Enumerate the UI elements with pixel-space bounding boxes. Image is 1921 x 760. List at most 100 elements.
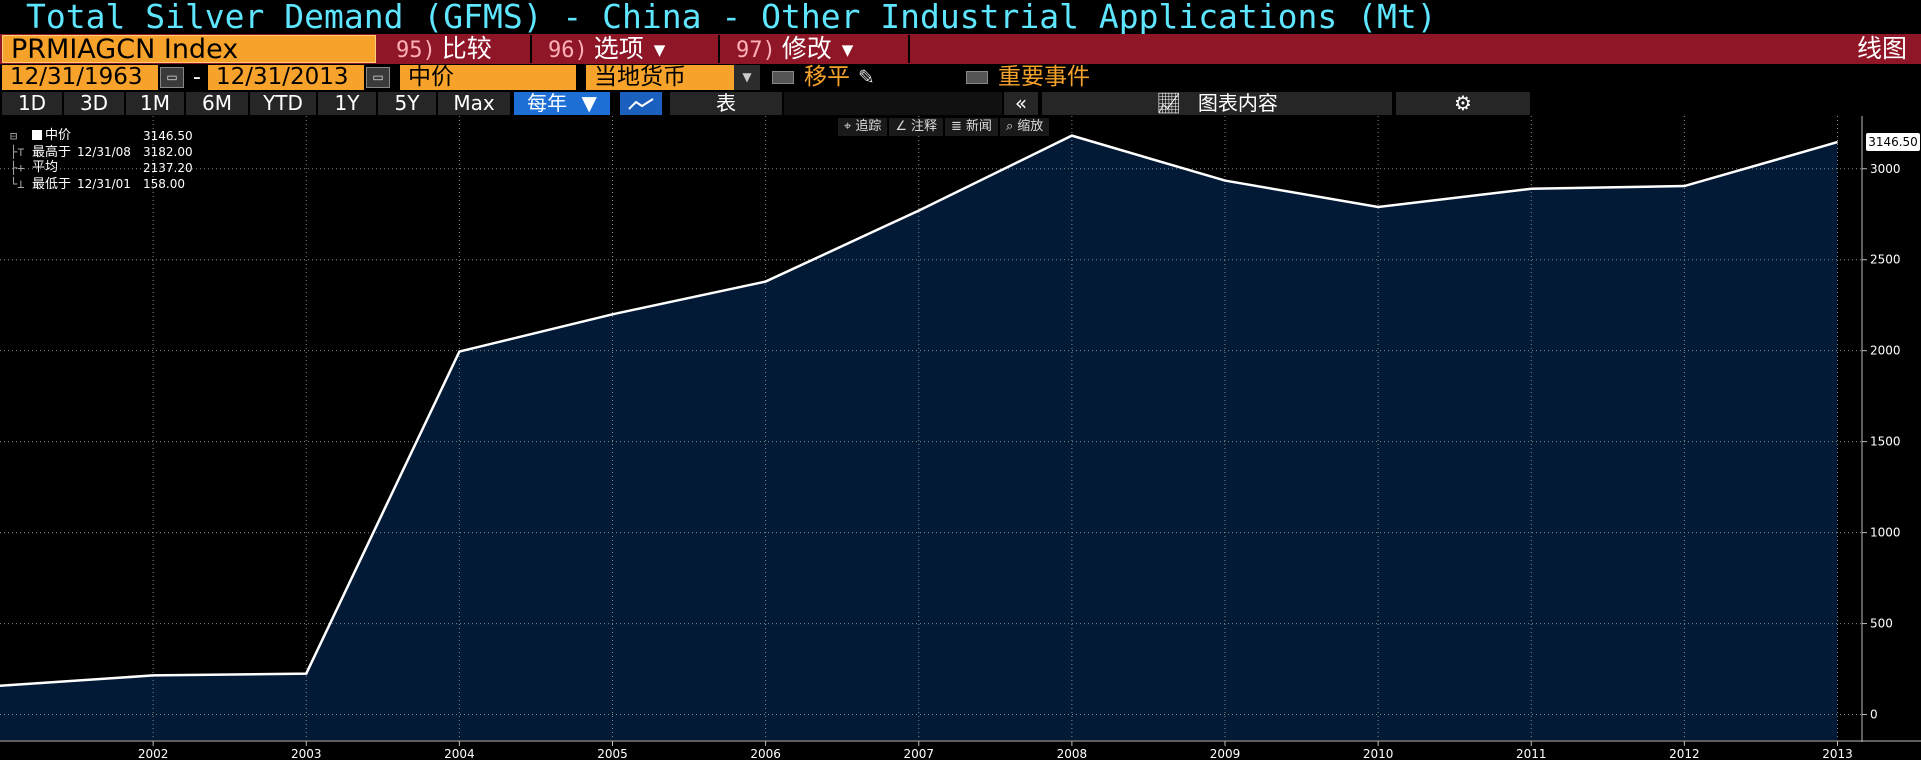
legend-tree-icon: ⊟ bbox=[10, 129, 18, 143]
tool-label: 追踪 bbox=[855, 119, 882, 134]
legend-row: ⊟ 中价 3146.50 bbox=[10, 128, 200, 144]
period-button-max[interactable]: Max bbox=[438, 92, 510, 115]
y-tick-label: 2000 bbox=[1870, 344, 1901, 358]
period-button-6m[interactable]: 6M bbox=[186, 92, 248, 115]
chevron-down-icon: ▼ bbox=[841, 41, 854, 59]
period-button-1d[interactable]: 1D bbox=[2, 92, 62, 115]
x-tick-label: 2006 bbox=[750, 747, 781, 760]
x-tick-label: 2002 bbox=[138, 747, 169, 760]
chart-content-button[interactable]: 📈︎ 图表内容 bbox=[1042, 92, 1392, 115]
zoom-icon: ⌕ bbox=[1005, 119, 1014, 134]
events-label: 重要事件 bbox=[998, 64, 1090, 90]
tool-label: 缩放 bbox=[1017, 119, 1044, 134]
currency-dropdown-icon[interactable]: ▼ bbox=[734, 65, 760, 90]
chart-type-label[interactable]: 线图 bbox=[1857, 35, 1907, 63]
chevron-down-icon: ▼ bbox=[653, 41, 666, 59]
start-calendar-icon[interactable]: ▭ bbox=[160, 67, 184, 88]
legend-name-cell: 最低于 12/31/01 bbox=[32, 176, 140, 192]
field-selector[interactable]: 中价 bbox=[400, 65, 576, 90]
chart-content-icon: 📈︎ bbox=[1156, 91, 1182, 115]
date-range-bar: 12/31/1963 ▭ - 12/31/2013 ▭ 中价 当地货币 ▼ 移平… bbox=[0, 64, 1921, 91]
period-button-3d[interactable]: 3D bbox=[64, 92, 124, 115]
y-tick-label: 1500 bbox=[1870, 435, 1901, 449]
y-tick-label: 500 bbox=[1870, 617, 1893, 631]
legend-name: 最高于 bbox=[32, 145, 72, 160]
legend-row: ├+ 平均 2137.20 bbox=[10, 160, 200, 176]
y-tick-label: 2500 bbox=[1870, 253, 1901, 267]
period-button-1m[interactable]: 1M bbox=[126, 92, 184, 115]
tool-annotate[interactable]: ∠ 注释 bbox=[889, 118, 944, 136]
start-date-field[interactable]: 12/31/1963 bbox=[2, 65, 158, 90]
x-tick-label: 2008 bbox=[1057, 747, 1088, 760]
command-label: 选项 bbox=[593, 34, 644, 63]
plot-svg: 0 500 1000 1500 2000 2500 3000 2002 2003 2004 2005… bbox=[0, 116, 1921, 760]
command-label: 比较 bbox=[441, 34, 492, 63]
legend-tree-icon: └⊥ bbox=[10, 177, 25, 191]
area-fill bbox=[0, 135, 1838, 740]
end-calendar-icon[interactable]: ▭ bbox=[366, 67, 390, 88]
period-button-ytd[interactable]: YTD bbox=[250, 92, 316, 115]
x-tick-label: 2013 bbox=[1822, 747, 1853, 760]
period-button-5y[interactable]: 5Y bbox=[378, 92, 436, 115]
tool-crosshair[interactable]: ⌖ 追踪 bbox=[838, 118, 888, 136]
shift-checkbox[interactable] bbox=[772, 71, 794, 84]
chart-area: 0 500 1000 1500 2000 2500 3000 2002 2003 2004 2005… bbox=[0, 116, 1921, 760]
legend-value: 158.00 bbox=[143, 177, 185, 191]
x-tick-label: 2012 bbox=[1669, 747, 1700, 760]
command-bar: PRMIAGCN Index 95) 比较 96) 选项 ▼ 97) 修改 ▼ 线图 bbox=[0, 34, 1921, 64]
legend-name: 平均 bbox=[32, 160, 59, 175]
collapse-icon[interactable]: « bbox=[1004, 92, 1038, 115]
legend-name-cell: 最高于 12/31/08 bbox=[32, 144, 140, 160]
command-label: 修改 bbox=[781, 34, 832, 63]
chevron-down-icon: ▼ bbox=[581, 91, 597, 115]
date-separator: - bbox=[193, 65, 201, 90]
pencil-icon[interactable]: ✎ bbox=[858, 64, 875, 91]
x-tick-label: 2004 bbox=[444, 747, 475, 760]
y-tick-label: 0 bbox=[1870, 708, 1878, 722]
legend-row: └⊥ 最低于 12/31/01 158.00 bbox=[10, 176, 200, 192]
news-icon: ≣ bbox=[951, 119, 962, 134]
legend-name: 最低于 bbox=[32, 177, 72, 192]
command-number: 97) bbox=[736, 38, 776, 63]
x-tick-label: 2009 bbox=[1210, 747, 1241, 760]
x-tick-label: 2003 bbox=[291, 747, 322, 760]
command-button-1[interactable]: 95) 比较 bbox=[382, 35, 532, 63]
tool-label: 注释 bbox=[911, 119, 938, 134]
table-button[interactable]: 表 bbox=[670, 92, 782, 115]
events-checkbox[interactable] bbox=[966, 71, 988, 84]
frequency-label: 每年 bbox=[527, 91, 568, 115]
legend-name: 中价 bbox=[45, 128, 72, 143]
period-spacer bbox=[784, 92, 1002, 115]
legend-name-cell: 中价 bbox=[32, 128, 140, 144]
tool-zoom[interactable]: ⌕ 缩放 bbox=[999, 118, 1050, 136]
x-tick-label: 2011 bbox=[1516, 747, 1547, 760]
period-button-1y[interactable]: 1Y bbox=[318, 92, 376, 115]
end-date-field[interactable]: 12/31/2013 bbox=[208, 65, 364, 90]
legend-value: 2137.20 bbox=[143, 161, 193, 175]
shift-label: 移平 bbox=[804, 64, 850, 90]
settings-gear-icon[interactable]: ⚙ bbox=[1396, 92, 1530, 115]
title-bar: Total Silver Demand (GFMS) - China - Oth… bbox=[0, 0, 1921, 34]
command-button-2[interactable]: 96) 选项 ▼ bbox=[534, 35, 720, 63]
legend-value: 3146.50 bbox=[143, 129, 193, 143]
legend-date: 12/31/08 bbox=[77, 145, 131, 159]
period-bar: 1D 3D 1M 6M YTD 1Y 5Y Max 每年 ▼ 表 « 📈︎ 图表内容 ⚙ bbox=[0, 91, 1921, 116]
legend-date: 12/31/01 bbox=[77, 177, 131, 191]
legend-value: 3182.00 bbox=[143, 145, 193, 159]
legend-tree-icon: ├⊤ bbox=[10, 145, 25, 159]
last-value-label: 3146.50 bbox=[1866, 133, 1920, 152]
x-tick-label: 2007 bbox=[903, 747, 934, 760]
currency-selector[interactable]: 当地货币 bbox=[586, 65, 734, 90]
command-number: 95) bbox=[396, 38, 436, 63]
ticker-input[interactable]: PRMIAGCN Index bbox=[2, 35, 376, 64]
legend-name-cell: 平均 bbox=[32, 160, 140, 176]
tool-label: 新闻 bbox=[965, 119, 992, 134]
tool-news[interactable]: ≣ 新闻 bbox=[945, 118, 998, 136]
annotate-icon: ∠ bbox=[895, 119, 907, 134]
line-chart-toggle-icon[interactable] bbox=[620, 92, 662, 115]
command-button-3[interactable]: 97) 修改 ▼ bbox=[722, 35, 910, 63]
frequency-dropdown[interactable]: 每年 ▼ bbox=[514, 92, 610, 115]
chart-tools: ⌖ 追踪 ∠ 注释 ≣ 新闻 ⌕ 缩放 bbox=[838, 118, 1051, 136]
chart-title: Total Silver Demand (GFMS) - China - Oth… bbox=[26, 0, 1437, 36]
legend: ⊟ 中价 3146.50 ├⊤ 最高于 12/31/08 3182.00 ├+ 平均 2137.2… bbox=[10, 128, 200, 192]
